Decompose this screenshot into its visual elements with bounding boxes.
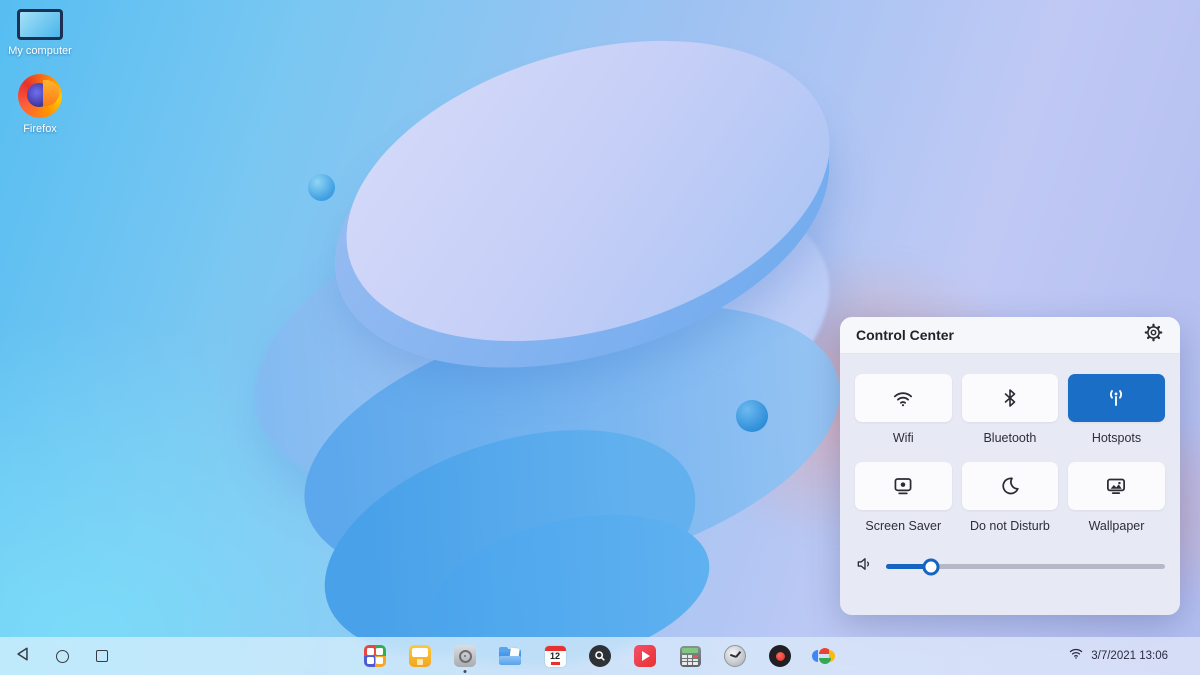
firefox-icon xyxy=(18,74,62,118)
search-icon xyxy=(589,645,611,667)
desktop-icon-my-computer[interactable]: My computer xyxy=(4,9,76,57)
volume-slider-track[interactable] xyxy=(886,564,1165,569)
gear-icon[interactable] xyxy=(1143,322,1164,348)
computer-icon xyxy=(17,9,63,40)
tray-datetime: 3/7/2021 13:06 xyxy=(1091,650,1168,662)
bluetooth-icon xyxy=(998,386,1022,410)
control-center-title: Control Center xyxy=(856,327,954,343)
taskbar-apps: 12 xyxy=(363,637,837,675)
toggle-label: Wifi xyxy=(893,431,914,445)
volume-slider-row xyxy=(855,554,1165,579)
wallpaper-sphere xyxy=(308,174,335,201)
desktop: My computer Firefox Control Center xyxy=(0,0,1200,675)
folder-icon xyxy=(499,647,521,665)
taskbar-app-recorder[interactable] xyxy=(768,644,792,668)
taskbar-nav xyxy=(14,637,110,675)
calendar-day-number: 12 xyxy=(545,651,566,662)
record-icon xyxy=(769,645,791,667)
hotspots-toggle[interactable] xyxy=(1068,374,1165,422)
play-icon xyxy=(634,645,656,667)
wallpaper-sphere xyxy=(736,400,768,432)
bluetooth-toggle[interactable] xyxy=(962,374,1059,422)
wallpaper-icon xyxy=(1103,473,1129,499)
calculator-icon xyxy=(680,646,701,667)
toggle-label: Screen Saver xyxy=(865,519,941,533)
taskbar-tray[interactable]: 3/7/2021 13:06 xyxy=(1068,637,1168,675)
hotspot-icon xyxy=(1103,385,1129,411)
taskbar-app-settings[interactable] xyxy=(453,644,477,668)
recents-button[interactable] xyxy=(94,648,110,664)
moon-icon xyxy=(997,473,1023,499)
desktop-icon-label: Firefox xyxy=(23,123,57,135)
control-center-body: Wifi Bluetooth xyxy=(840,354,1180,615)
taskbar-app-files[interactable] xyxy=(498,644,522,668)
control-center-panel: Control Center xyxy=(840,317,1180,615)
taskbar-app-calendar[interactable]: 12 xyxy=(543,644,567,668)
taskbar-app-clock[interactable] xyxy=(723,644,747,668)
screen-saver-toggle[interactable] xyxy=(855,462,952,510)
taskbar-app-photos[interactable] xyxy=(813,644,837,668)
pinwheel-icon xyxy=(814,645,836,667)
wifi-icon xyxy=(1068,647,1084,665)
home-circle-icon xyxy=(56,650,69,663)
home-button[interactable] xyxy=(54,648,70,664)
running-indicator xyxy=(464,670,467,673)
taskbar: 12 xyxy=(0,637,1200,675)
taskbar-app-store[interactable] xyxy=(408,644,432,668)
wifi-icon xyxy=(890,385,916,411)
taskbar-app-search[interactable] xyxy=(588,644,612,668)
screensaver-icon xyxy=(890,473,916,499)
desktop-icon-firefox[interactable]: Firefox xyxy=(4,74,76,135)
taskbar-app-launcher[interactable] xyxy=(363,644,387,668)
settings-gear-icon xyxy=(454,645,476,667)
toggle-label: Hotspots xyxy=(1092,431,1141,445)
toggle-label: Do not Disturb xyxy=(970,519,1050,533)
wallpaper-toggle[interactable] xyxy=(1068,462,1165,510)
speaker-icon xyxy=(855,554,875,579)
do-not-disturb-toggle[interactable] xyxy=(962,462,1059,510)
recents-square-icon xyxy=(96,650,108,662)
taskbar-app-calculator[interactable] xyxy=(678,644,702,668)
clock-icon xyxy=(724,645,746,667)
store-icon xyxy=(409,645,431,667)
desktop-icon-label: My computer xyxy=(8,45,72,57)
calendar-icon: 12 xyxy=(545,646,566,667)
back-triangle-icon xyxy=(15,646,30,667)
toggle-label: Bluetooth xyxy=(983,431,1036,445)
wifi-toggle[interactable] xyxy=(855,374,952,422)
volume-slider-thumb[interactable] xyxy=(922,558,939,575)
app-grid-icon xyxy=(364,645,386,667)
toggle-label: Wallpaper xyxy=(1089,519,1145,533)
back-button[interactable] xyxy=(14,648,30,664)
taskbar-app-media-player[interactable] xyxy=(633,644,657,668)
control-center-header: Control Center xyxy=(840,317,1180,354)
